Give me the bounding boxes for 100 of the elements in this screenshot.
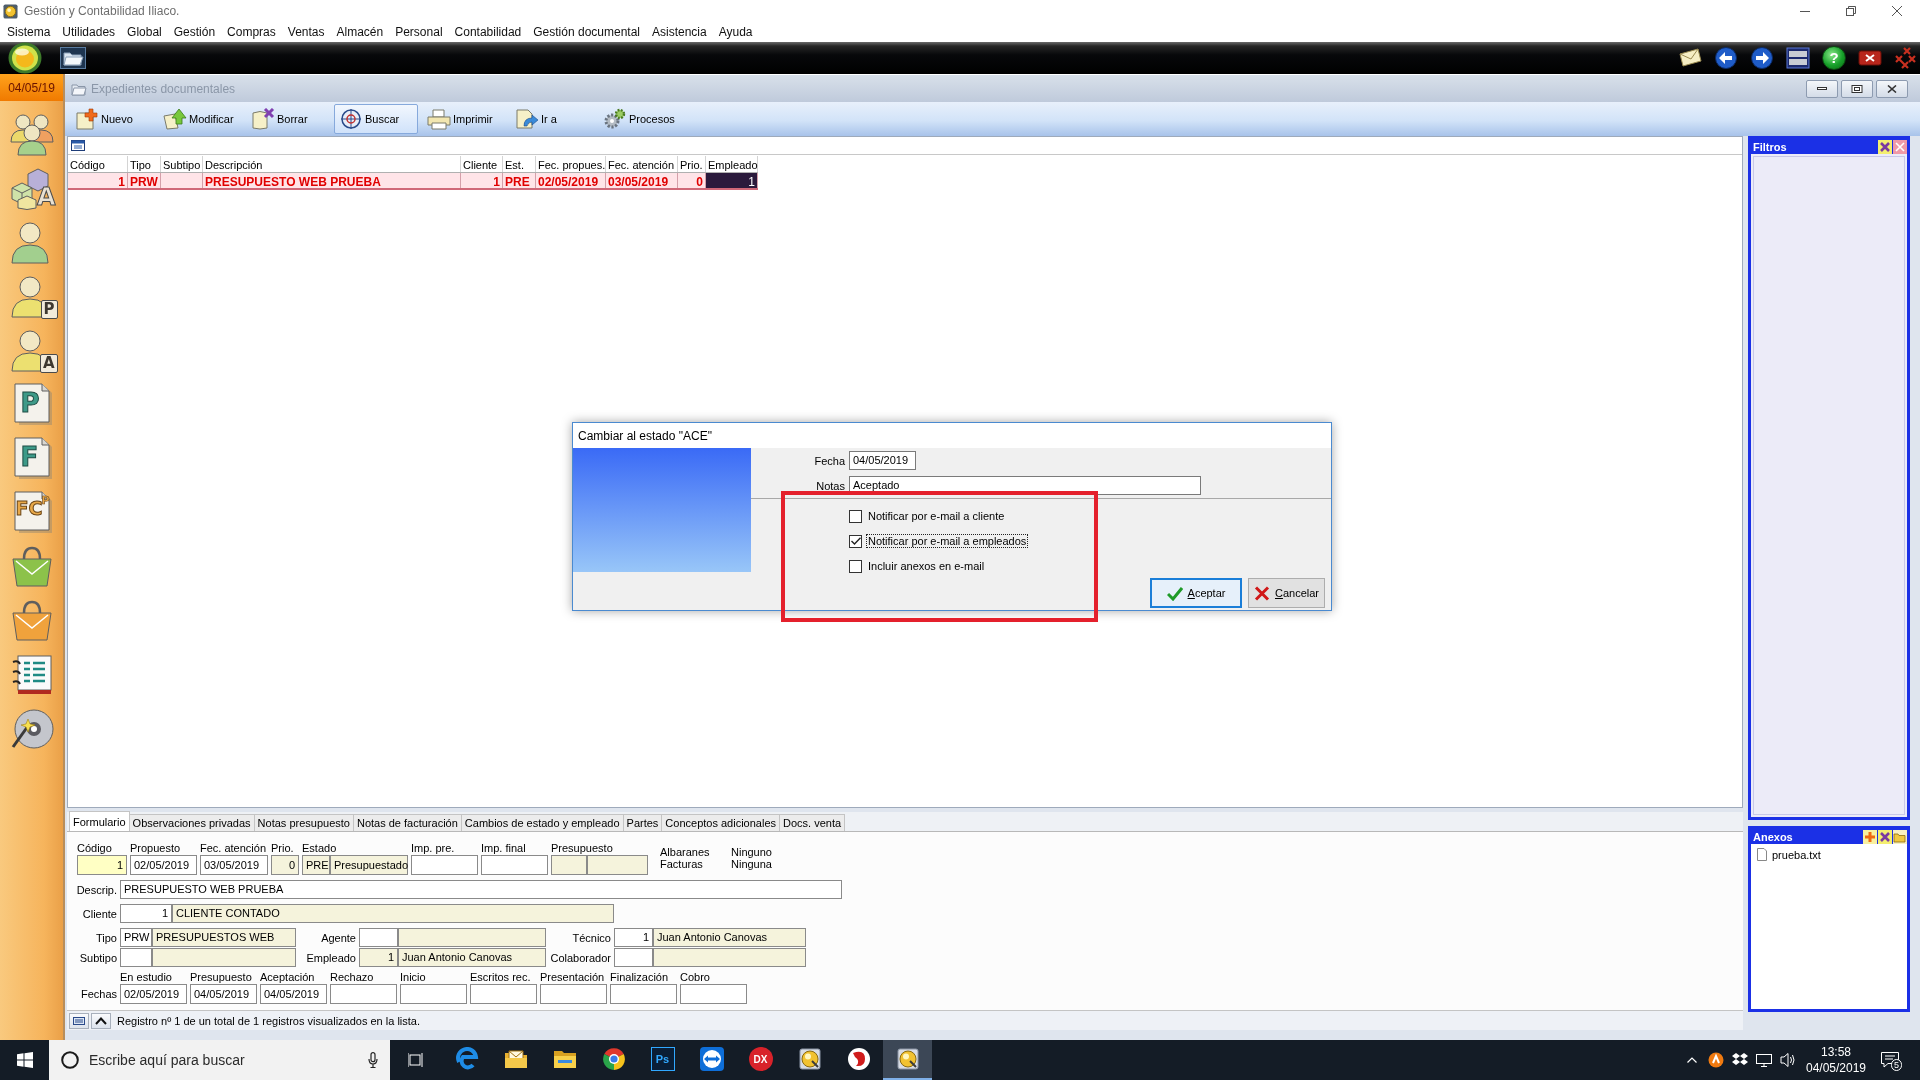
- accept-button[interactable]: Aceptar: [1150, 578, 1242, 608]
- tab[interactable]: Partes: [622, 814, 663, 831]
- tab[interactable]: Formulario: [69, 811, 130, 831]
- maximize-button[interactable]: [1841, 79, 1873, 98]
- input-field[interactable]: [481, 855, 548, 875]
- input-field[interactable]: PRW: [120, 928, 152, 947]
- checkbox[interactable]: [849, 559, 862, 573]
- column-header[interactable]: Est.: [503, 156, 536, 172]
- input-field[interactable]: [540, 984, 607, 1004]
- input-field[interactable]: [330, 984, 397, 1004]
- close-button[interactable]: [1876, 79, 1908, 98]
- input-field[interactable]: 03/05/2019: [200, 855, 268, 875]
- input-field[interactable]: [470, 984, 537, 1004]
- monitor-icon[interactable]: [1756, 1052, 1772, 1068]
- input-field[interactable]: 1: [77, 855, 127, 875]
- chevron-up-icon[interactable]: [1687, 1057, 1697, 1063]
- input-field[interactable]: [614, 948, 653, 967]
- column-header[interactable]: Subtipo: [161, 156, 203, 172]
- tab[interactable]: Conceptos adicionales: [661, 814, 781, 831]
- search-input[interactable]: Escribe aquí para buscar: [89, 1048, 358, 1072]
- close-all-icon[interactable]: [1894, 47, 1918, 69]
- sidebar-button[interactable]: P: [3, 269, 60, 323]
- column-header[interactable]: Código: [68, 156, 128, 172]
- input-field[interactable]: 02/05/2019: [120, 984, 187, 1004]
- input-field[interactable]: 04/05/2019: [849, 451, 916, 470]
- cross-icon[interactable]: [1878, 829, 1892, 844]
- menu-item[interactable]: Personal: [395, 25, 443, 39]
- toolbar-button[interactable]: Modificar: [158, 104, 242, 134]
- column-header[interactable]: Fec. atención: [606, 156, 678, 172]
- checkbox-label[interactable]: Incluir anexos en e-mail: [866, 559, 987, 573]
- checkbox[interactable]: [849, 509, 862, 523]
- taskbar-button[interactable]: [883, 1040, 932, 1080]
- menu-item[interactable]: Sistema: [7, 25, 51, 39]
- search-field[interactable]: Escribe aquí para buscar: [49, 1040, 390, 1080]
- column-header[interactable]: Prio.: [678, 156, 706, 172]
- panel-toggle-button[interactable]: [69, 1012, 89, 1029]
- input-field[interactable]: [610, 984, 677, 1004]
- file-name[interactable]: prueba.txt: [1772, 848, 1821, 861]
- diamonds-icon[interactable]: [1732, 1052, 1748, 1068]
- input-field[interactable]: [400, 984, 467, 1004]
- sidebar-button[interactable]: A: [3, 323, 60, 377]
- input-field[interactable]: 04/05/2019: [190, 984, 257, 1004]
- menu-item[interactable]: Asistencia: [652, 25, 707, 39]
- column-header[interactable]: Fec. propues.: [536, 156, 606, 172]
- clock-date[interactable]: 04/05/2019: [1805, 1060, 1867, 1076]
- checkbox[interactable]: [849, 534, 862, 548]
- column-header[interactable]: Tipo: [128, 156, 161, 172]
- input-field[interactable]: 1: [614, 928, 653, 947]
- taskbar-button[interactable]: Ps: [638, 1040, 687, 1080]
- menu-item[interactable]: Contabilidad: [454, 25, 522, 39]
- menu-item[interactable]: Global: [127, 25, 162, 39]
- menu-item[interactable]: Utilidades: [62, 25, 116, 39]
- toolbar-button[interactable]: Procesos: [598, 104, 682, 134]
- orb-icon[interactable]: [8, 42, 42, 74]
- folder-icon[interactable]: [60, 47, 86, 69]
- column-header[interactable]: Empleado: [706, 156, 758, 172]
- folder-icon[interactable]: [1893, 829, 1907, 844]
- microphone-icon[interactable]: [368, 1052, 378, 1068]
- input-field[interactable]: [411, 855, 478, 875]
- close-icon[interactable]: [1893, 139, 1907, 154]
- table-row[interactable]: 1 PRW PRESUPUESTO WEB PRUEBA 1 PRE 02/05/2019 03/05/2019 0 1: [68, 173, 758, 190]
- cross-icon[interactable]: [1878, 139, 1892, 154]
- menu-item[interactable]: Gestión documental: [533, 25, 640, 39]
- window-layout-icon[interactable]: [1786, 47, 1810, 69]
- plus-icon[interactable]: [1863, 829, 1877, 844]
- menu-item[interactable]: Ayuda: [718, 25, 753, 39]
- menu-item[interactable]: Ventas: [287, 25, 325, 39]
- taskbar-button[interactable]: DX: [736, 1040, 785, 1080]
- checkbox-label[interactable]: Notificar por e-mail a cliente: [866, 509, 1007, 523]
- input-field[interactable]: [120, 948, 152, 967]
- input-field[interactable]: 1: [120, 904, 172, 923]
- toolbar-button[interactable]: Imprimir: [422, 104, 506, 134]
- input-field[interactable]: [359, 928, 398, 947]
- tab[interactable]: Notas presupuesto: [253, 814, 354, 831]
- collapse-button[interactable]: [91, 1012, 111, 1029]
- toolbar-button[interactable]: Ir a: [510, 104, 594, 134]
- tab[interactable]: Cambios de estado y empleado: [460, 814, 624, 831]
- menu-item[interactable]: Compras: [227, 25, 276, 39]
- checkbox-label[interactable]: Notificar por e-mail a empleados: [866, 534, 1029, 548]
- input-field[interactable]: PRESUPUESTO WEB PRUEBA: [120, 880, 842, 899]
- table-icon[interactable]: [71, 140, 85, 151]
- speaker-icon[interactable]: [1780, 1052, 1796, 1068]
- input-field[interactable]: 04/05/2019: [260, 984, 327, 1004]
- menu-item[interactable]: Gestión: [173, 25, 216, 39]
- column-header[interactable]: Descripción: [203, 156, 461, 172]
- envelope-icon[interactable]: [1678, 47, 1702, 69]
- input-field[interactable]: [680, 984, 747, 1004]
- tab[interactable]: Notas de facturación: [352, 814, 462, 831]
- input-field[interactable]: 02/05/2019: [130, 855, 197, 875]
- toolbar-button[interactable]: Buscar: [334, 104, 418, 134]
- toolbar-button[interactable]: Borrar: [246, 104, 330, 134]
- caret-circle-icon[interactable]: [1708, 1052, 1724, 1068]
- cancel-button[interactable]: Cancelar: [1248, 578, 1325, 608]
- tab[interactable]: Observaciones privadas: [128, 814, 255, 831]
- notification-button[interactable]: 5: [1872, 1040, 1908, 1080]
- menu-item[interactable]: Almacén: [336, 25, 384, 39]
- minimize-button[interactable]: [1806, 79, 1838, 98]
- clock-time[interactable]: 13:58: [1821, 1044, 1851, 1060]
- column-header[interactable]: Cliente: [461, 156, 503, 172]
- close-icon[interactable]: [1858, 47, 1882, 69]
